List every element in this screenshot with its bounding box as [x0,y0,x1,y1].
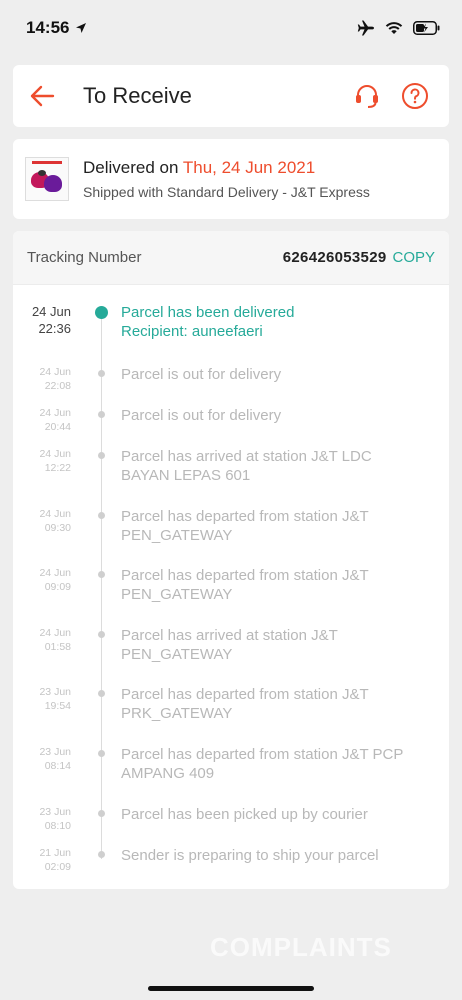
event-timestamp: 24 Jun 09:09 [13,566,71,594]
watermark: COMPLAINTS [210,932,392,962]
event-timestamp: 24 Jun 01:58 [13,626,71,654]
timeline-dot [98,810,105,817]
event-date: 24 Jun [31,304,71,319]
status-time: 14:56 [26,18,70,37]
event-time: 08:10 [44,820,71,832]
event-text: Parcel has departed from station J&T PCP… [121,746,404,782]
event-description: Parcel has departed from station J&T PRK… [121,685,421,723]
event-date: 24 Jun [39,407,71,419]
event-time: 08:14 [44,760,71,772]
battery-icon [413,21,440,35]
event-timestamp: 24 Jun 22:08 [13,365,71,393]
event-time: 22:36 [38,321,71,336]
page-title: To Receive [83,83,192,108]
event-timestamp: 24 Jun 20:44 [13,406,71,434]
event-time: 22:08 [44,380,71,392]
timeline-dot [98,631,105,638]
event-description: Parcel has departed from station J&T PEN… [121,566,421,604]
home-indicator[interactable] [148,986,314,991]
wifi-icon [385,22,403,34]
event-timestamp: 24 Jun 09:30 [13,507,71,535]
event-timestamp: 24 Jun 22:36 [13,303,71,337]
event-description: Parcel has arrived at station J&T LDC BA… [121,447,421,485]
event-description: Parcel has been picked up by courier [121,805,421,824]
event-timestamp: 23 Jun 19:54 [13,685,71,713]
event-time: 09:09 [44,581,71,593]
event-description: Parcel has arrived at station J&T PEN_GA… [121,626,421,664]
timeline-dot [98,512,105,519]
back-button[interactable] [25,79,59,113]
delivery-date: Thu, 24 Jun 2021 [182,158,316,177]
event-date: 24 Jun [39,366,71,378]
event-text: Parcel has departed from station J&T PEN… [121,567,369,603]
event-date: 24 Jun [39,448,71,460]
event-text: Parcel has departed from station J&T PEN… [121,508,369,544]
timeline-dot [98,851,105,858]
event-description: Parcel is out for delivery [121,406,421,425]
event-date: 23 Jun [39,746,71,758]
event-text: Parcel has arrived at station J&T PEN_GA… [121,627,338,663]
help-button[interactable] [401,82,429,110]
event-time: 20:44 [44,421,71,433]
event-description: Parcel is out for delivery [121,365,421,384]
timeline-dot [98,690,105,697]
tracking-card: Tracking Number 626426053529 COPY 24 Jun… [13,231,449,889]
event-date: 23 Jun [39,806,71,818]
help-icon [402,83,428,109]
tracking-header: Tracking Number 626426053529 COPY [13,231,449,285]
event-description: Parcel has departed from station J&T PEN… [121,507,421,545]
event-timestamp: 23 Jun 08:10 [13,805,71,833]
tracking-label: Tracking Number [27,249,142,266]
delivery-summary[interactable]: Delivered on Thu, 24 Jun 2021 Shipped wi… [13,139,449,219]
tracking-timeline: 24 Jun 22:36 Parcel has been delivered Reci… [13,285,449,889]
timeline-dot [95,306,108,319]
header-bar: To Receive [13,65,449,127]
location-arrow-icon [76,23,87,33]
tracking-number: 626426053529 [282,249,387,266]
event-description: Sender is preparing to ship your parcel [121,846,421,865]
event-date: 24 Jun [39,567,71,579]
event-time: 12:22 [44,462,71,474]
shipping-method: Shipped with Standard Delivery - J&T Exp… [83,184,370,200]
event-time: 09:30 [44,522,71,534]
event-description: Parcel has been delivered Recipient: aune… [121,303,421,341]
event-timestamp: 23 Jun 08:14 [13,745,71,773]
timeline-dot [98,750,105,757]
event-text: Parcel has departed from station J&T PRK… [121,686,369,722]
delivery-status: Delivered on Thu, 24 Jun 2021 [83,158,316,177]
event-text: Parcel has been delivered [121,304,295,321]
timeline-dot [98,370,105,377]
event-timestamp: 21 Jun 02:09 [13,846,71,874]
event-date: 24 Jun [39,508,71,520]
event-time: 01:58 [44,641,71,653]
event-time: 19:54 [44,700,71,712]
event-text: Parcel is out for delivery [121,407,282,424]
event-text: Sender is preparing to ship your parcel [121,847,379,864]
event-date: 24 Jun [39,627,71,639]
status-bar: 14:56 [0,0,462,56]
headset-icon [356,85,378,108]
event-date: 23 Jun [39,686,71,698]
event-timestamp: 24 Jun 12:22 [13,447,71,475]
timeline-dot [98,411,105,418]
copy-button[interactable]: COPY [392,249,435,266]
back-arrow-icon [30,85,55,107]
event-date: 21 Jun [39,847,71,859]
timeline-dot [98,571,105,578]
customer-service-button[interactable] [353,82,381,110]
event-description: Parcel has departed from station J&T PCP… [121,745,421,783]
timeline-line [101,311,102,859]
event-time: 02:09 [44,861,71,873]
event-text: Parcel is out for delivery [121,366,282,383]
timeline-dot [98,452,105,459]
airplane-icon [357,20,374,36]
event-text: Parcel has been picked up by courier [121,806,368,823]
product-thumbnail [25,157,69,201]
event-text: Parcel has arrived at station J&T LDC BA… [121,448,372,484]
event-recipient: Recipient: auneefaeri [121,323,263,340]
